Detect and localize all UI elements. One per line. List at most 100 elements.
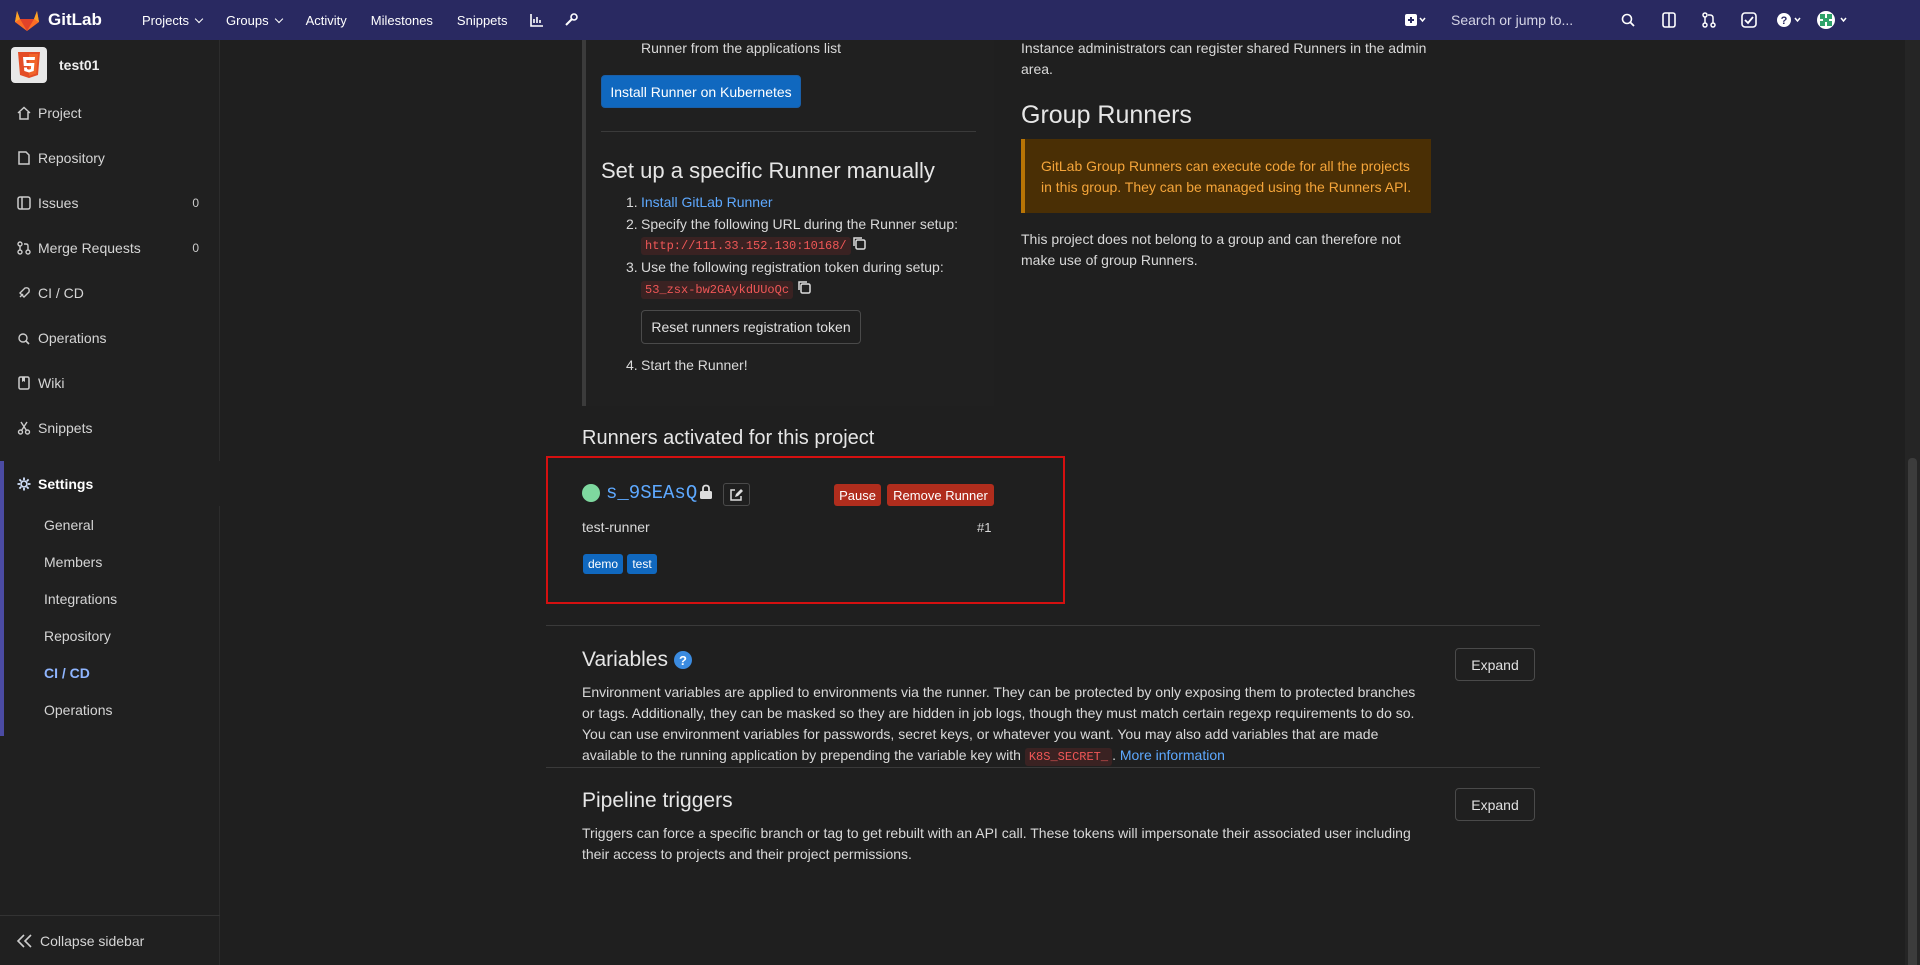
step-4-text: Start the Runner!: [641, 357, 748, 373]
step-2-number: 2.: [626, 216, 638, 232]
svg-text:?: ?: [1781, 15, 1788, 27]
sidebar-toggle-icon[interactable]: [1649, 0, 1689, 40]
sidebar-item-ci-cd[interactable]: CI / CD: [0, 270, 219, 315]
help-icon[interactable]: ?: [1769, 0, 1809, 40]
section-divider: [546, 625, 1540, 626]
merge-request-icon[interactable]: [1689, 0, 1729, 40]
wrench-icon[interactable]: [554, 0, 588, 40]
settings-general[interactable]: General: [4, 506, 220, 543]
reset-token-button[interactable]: Reset runners registration token: [641, 310, 861, 344]
todo-icon[interactable]: [1729, 0, 1769, 40]
settings-operations[interactable]: Operations: [4, 691, 220, 728]
settings-repository[interactable]: Repository: [4, 617, 220, 654]
nav-snippets[interactable]: Snippets: [445, 0, 520, 40]
variables-description: Environment variables are applied to env…: [582, 682, 1425, 768]
user-avatar-icon[interactable]: [1809, 0, 1857, 40]
cloud-gear-icon: [16, 330, 32, 346]
sidebar-item-merge-requests[interactable]: Merge Requests 0: [0, 225, 219, 270]
sidebar-item-project[interactable]: Project: [0, 90, 219, 135]
divider: [601, 131, 976, 132]
variables-title: Variables: [582, 648, 668, 671]
shared-runners-text: Instance administrators can register sha…: [1021, 40, 1427, 77]
section-divider: [546, 767, 1540, 768]
sidebar: test01 Project Repository Issues 0 Merge…: [0, 40, 220, 965]
settings-active-indicator: Settings General Members Integrations Re…: [0, 461, 220, 736]
html5-icon: [11, 47, 47, 83]
merge-request-icon: [16, 240, 32, 256]
copy-token-icon[interactable]: [797, 280, 811, 297]
settings-ci-cd[interactable]: CI / CD: [4, 654, 220, 691]
step-3-number: 3.: [626, 259, 638, 275]
sidebar-item-issues[interactable]: Issues 0: [0, 180, 219, 225]
tag-badge: test: [627, 554, 657, 574]
remove-runner-button[interactable]: Remove Runner: [887, 484, 994, 506]
project-header[interactable]: test01: [0, 40, 219, 90]
triggers-expand-button[interactable]: Expand: [1455, 788, 1535, 821]
runner-description: test-runner: [582, 519, 650, 535]
step-3-text: Use the following registration token dur…: [641, 259, 944, 275]
variables-expand-button[interactable]: Expand: [1455, 648, 1535, 681]
search-placeholder: Search or jump to...: [1451, 12, 1574, 28]
setup-specific-runner-title: Set up a specific Runner manually: [601, 158, 935, 183]
sidebar-item-repository[interactable]: Repository: [0, 135, 219, 180]
settings-members[interactable]: Members: [4, 543, 220, 580]
nav-activity[interactable]: Activity: [294, 0, 359, 40]
nav-projects[interactable]: Projects: [130, 0, 214, 40]
k8s-secret-code: K8S_SECRET_: [1024, 748, 1113, 766]
scrollbar-thumb[interactable]: [1908, 458, 1917, 965]
sidebar-item-wiki[interactable]: Wiki: [0, 360, 219, 405]
search-input[interactable]: Search or jump to...: [1445, 5, 1645, 35]
sidebar-item-label: Snippets: [38, 419, 93, 436]
nav-groups[interactable]: Groups: [214, 0, 294, 40]
triggers-description: Triggers can force a specific branch or …: [582, 825, 1411, 862]
copy-url-icon[interactable]: [852, 236, 866, 253]
runner-id-link[interactable]: s_9SEAsQ: [606, 480, 697, 506]
chart-icon[interactable]: [520, 0, 554, 40]
collapse-sidebar-button[interactable]: Collapse sidebar: [0, 915, 220, 965]
top-navbar: GitLab Projects Groups Activity Mileston…: [0, 0, 1920, 40]
book-icon: [16, 375, 32, 391]
brand-name: GitLab: [48, 10, 102, 29]
nav-groups-label: Groups: [225, 12, 269, 28]
sidebar-item-label: Merge Requests: [38, 239, 141, 256]
sidebar-item-label: Wiki: [38, 374, 65, 391]
variables-text: Environment variables are applied to env…: [582, 684, 1416, 763]
step-1-number: 1.: [626, 194, 638, 210]
sidebar-item-label: Operations: [38, 329, 107, 346]
help-question-icon[interactable]: ?: [674, 651, 692, 669]
gitlab-logo[interactable]: GitLab: [14, 8, 124, 32]
more-information-link[interactable]: More information: [1120, 747, 1225, 763]
sidebar-item-label: CI / CD: [38, 284, 84, 301]
variables-period: .: [1112, 747, 1116, 763]
sidebar-item-label: Repository: [38, 149, 105, 166]
activated-runners-title: Runners activated for this project: [582, 427, 875, 449]
settings-integrations[interactable]: Integrations: [4, 580, 220, 617]
scrollbar[interactable]: [1905, 40, 1920, 965]
doc-icon: [16, 150, 32, 166]
sidebar-item-label: Settings: [38, 475, 94, 492]
edit-runner-button[interactable]: [723, 483, 750, 506]
project-name: test01: [59, 57, 100, 73]
pipeline-triggers-title: Pipeline triggers: [582, 789, 733, 812]
sidebar-item-snippets[interactable]: Snippets: [0, 405, 219, 450]
double-chevron-left-icon: [16, 933, 32, 948]
group-runners-warning: GitLab Group Runners can execute code fo…: [1021, 139, 1431, 213]
tag-badge: demo: [583, 554, 623, 574]
sidebar-item-settings[interactable]: Settings: [4, 461, 220, 506]
group-runners-title: Group Runners: [1021, 101, 1192, 129]
merge-requests-count: 0: [192, 240, 199, 255]
install-gitlab-runner-link[interactable]: Install GitLab Runner: [641, 192, 773, 213]
issues-icon: [16, 195, 32, 211]
new-item-icon[interactable]: [1395, 0, 1435, 40]
pause-runner-button[interactable]: Pause: [834, 484, 881, 506]
chevron-down-icon: [274, 14, 283, 23]
runner-number: #1: [977, 520, 992, 535]
sidebar-item-operations[interactable]: Operations: [0, 315, 219, 360]
pencil-square-icon: [730, 488, 743, 501]
home-icon: [16, 105, 32, 121]
issues-count: 0: [192, 195, 199, 210]
install-runner-kubernetes-button[interactable]: Install Runner on Kubernetes: [601, 75, 801, 108]
sidebar-item-label: Project: [38, 104, 82, 121]
nav-milestones[interactable]: Milestones: [359, 0, 445, 40]
chevron-down-icon: [194, 14, 204, 23]
